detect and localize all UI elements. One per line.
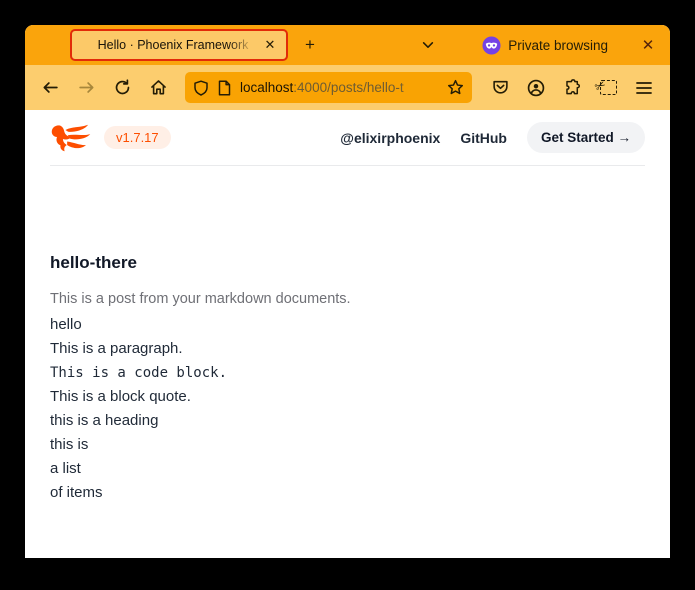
post-line: this is a heading bbox=[50, 409, 645, 433]
get-started-button[interactable]: Get Started → bbox=[527, 122, 645, 153]
window-close-icon[interactable]: ✕ bbox=[634, 31, 662, 59]
navbar-right-icons: ✂ bbox=[486, 74, 658, 102]
account-icon[interactable] bbox=[522, 74, 550, 102]
screen: { "colors": { "titlebar": "#FAA40C", "to… bbox=[0, 0, 695, 590]
browser-navbar: localhost:4000/posts/hello-t ✂ bbox=[25, 65, 670, 110]
post-line: This is a code block. bbox=[50, 361, 645, 385]
link-github[interactable]: GitHub bbox=[460, 130, 507, 146]
browser-titlebar: Hello · Phoenix Framework ✕ + Private br… bbox=[25, 25, 670, 65]
nav-buttons bbox=[36, 74, 172, 102]
page-info-icon[interactable] bbox=[217, 80, 232, 96]
private-browsing-label: Private browsing bbox=[508, 38, 608, 53]
post-subtitle: This is a post from your markdown docume… bbox=[50, 291, 645, 307]
forward-arrow-icon[interactable] bbox=[72, 74, 100, 102]
scissors-glyph: ✂ bbox=[591, 76, 608, 95]
post-body: hello This is a paragraph. This is a cod… bbox=[50, 313, 645, 505]
link-elixirphoenix[interactable]: @elixirphoenix bbox=[340, 130, 440, 146]
screenshot-scissors-icon[interactable]: ✂ bbox=[594, 74, 622, 102]
reload-icon[interactable] bbox=[108, 74, 136, 102]
extensions-puzzle-icon[interactable] bbox=[558, 74, 586, 102]
menu-hamburger-icon[interactable] bbox=[630, 74, 658, 102]
version-badge: v1.7.17 bbox=[104, 126, 171, 149]
tab-close-icon[interactable]: ✕ bbox=[260, 35, 280, 55]
bookmark-star-icon[interactable] bbox=[447, 79, 464, 96]
post-line: of items bbox=[50, 481, 645, 505]
private-mask-icon bbox=[482, 36, 501, 55]
post-line: this is bbox=[50, 433, 645, 457]
url-host: localhost bbox=[240, 80, 293, 95]
screenshot-frame: ✂ bbox=[600, 80, 617, 95]
post-line: This is a paragraph. bbox=[50, 337, 645, 361]
site-header: v1.7.17 @elixirphoenix GitHub Get Starte… bbox=[25, 110, 670, 165]
post-line: This is a block quote. bbox=[50, 385, 645, 409]
browser-window: Hello · Phoenix Framework ✕ + Private br… bbox=[25, 25, 670, 558]
page-content: v1.7.17 @elixirphoenix GitHub Get Starte… bbox=[25, 110, 670, 558]
titlebar-right-group: Private browsing ✕ bbox=[482, 25, 662, 65]
active-tab[interactable]: Hello · Phoenix Framework ✕ bbox=[70, 29, 288, 61]
header-links: @elixirphoenix GitHub Get Started → bbox=[340, 122, 645, 153]
tab-list-chevron-down-icon[interactable] bbox=[414, 31, 442, 59]
tab-title: Hello · Phoenix Framework bbox=[86, 38, 260, 52]
post-article: hello-there This is a post from your mar… bbox=[25, 166, 670, 505]
pocket-icon[interactable] bbox=[486, 74, 514, 102]
home-icon[interactable] bbox=[144, 74, 172, 102]
phoenix-logo-icon[interactable] bbox=[50, 122, 92, 154]
url-bar[interactable]: localhost:4000/posts/hello-t bbox=[185, 72, 472, 103]
post-line: a list bbox=[50, 457, 645, 481]
private-browsing-indicator: Private browsing bbox=[482, 36, 608, 55]
post-line: hello bbox=[50, 313, 645, 337]
post-title: hello-there bbox=[50, 253, 645, 273]
url-path: :4000/posts/hello-t bbox=[293, 80, 403, 95]
new-tab-button[interactable]: + bbox=[296, 31, 324, 59]
url-text[interactable]: localhost:4000/posts/hello-t bbox=[240, 80, 439, 95]
shield-icon[interactable] bbox=[193, 80, 209, 96]
back-arrow-icon[interactable] bbox=[36, 74, 64, 102]
